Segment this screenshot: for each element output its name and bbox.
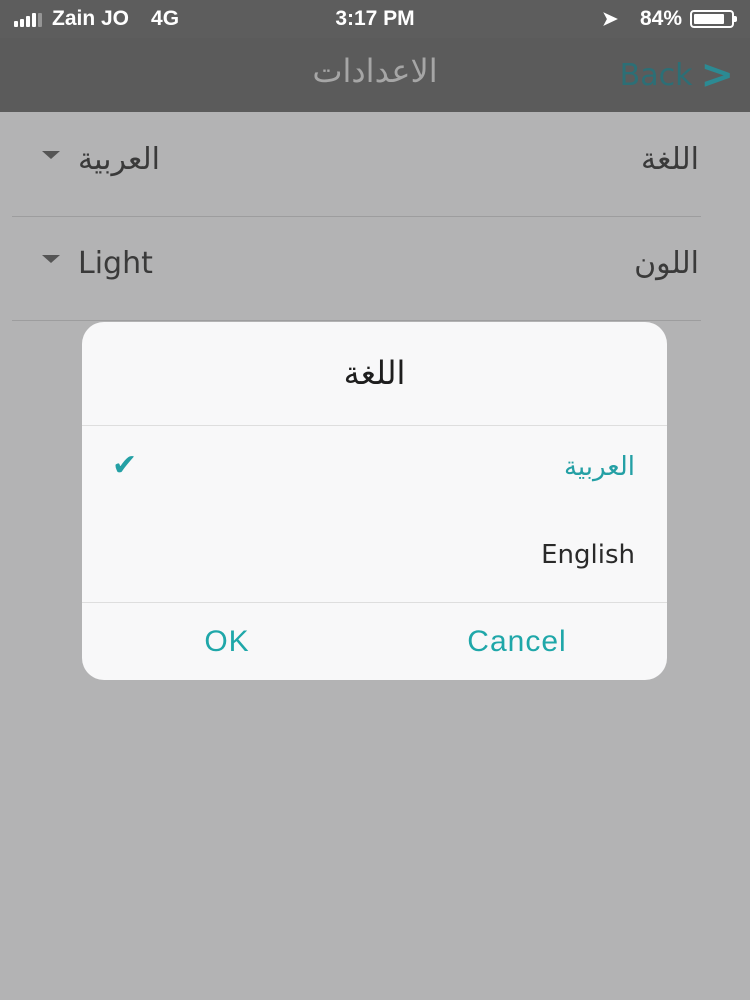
dialog-divider — [82, 602, 667, 603]
caret-down-icon — [42, 254, 60, 263]
nav-bar: الاعدادات Back > — [0, 38, 750, 112]
status-right: ➤ 84% — [602, 7, 737, 31]
location-arrow-icon: ➤ — [602, 8, 618, 30]
option-label: English — [541, 540, 635, 570]
chevron-right-icon: > — [700, 52, 734, 98]
back-button[interactable]: Back > — [620, 52, 734, 98]
language-value: العربية — [78, 142, 160, 177]
option-arabic[interactable]: ✔ العربية — [82, 426, 667, 514]
ok-button[interactable]: OK — [142, 604, 312, 680]
option-label: العربية — [563, 452, 635, 482]
caret-down-icon — [42, 150, 60, 159]
battery-icon — [690, 10, 737, 28]
option-english[interactable]: English — [82, 514, 667, 602]
back-label: Back — [619, 57, 693, 93]
settings-row-color: Light اللون — [12, 216, 701, 321]
dialog-title: اللغة — [343, 354, 406, 392]
status-bar: Zain JO 4G 3:17 PM ➤ 84% — [0, 0, 750, 38]
language-dropdown[interactable]: العربية — [42, 142, 160, 177]
color-label: اللون — [634, 246, 699, 281]
color-dropdown[interactable]: Light — [42, 246, 153, 281]
battery-fill — [694, 14, 724, 24]
battery-percent: 84% — [639, 7, 682, 30]
settings-row-language: العربية اللغة — [12, 112, 701, 217]
cancel-button[interactable]: Cancel — [422, 604, 612, 680]
language-label: اللغة — [641, 142, 699, 177]
language-dialog: اللغة ✔ العربية English OK Cancel — [82, 322, 667, 680]
color-value: Light — [78, 246, 153, 281]
checkmark-icon: ✔ — [112, 448, 138, 483]
